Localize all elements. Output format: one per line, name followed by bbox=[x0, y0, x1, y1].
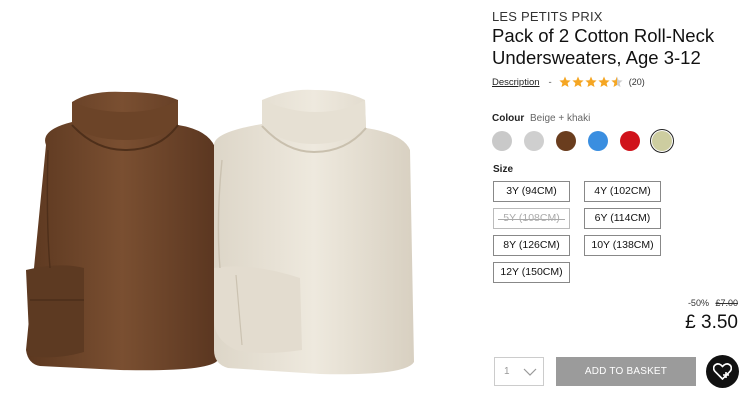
quantity-select[interactable]: 1 bbox=[494, 357, 544, 386]
add-to-basket-button[interactable]: ADD TO BASKET bbox=[556, 357, 696, 386]
colour-swatches bbox=[492, 129, 674, 153]
description-link[interactable]: Description bbox=[492, 77, 540, 88]
colour-swatch-beige-khaki[interactable] bbox=[650, 129, 674, 153]
colour-label-text: Colour bbox=[492, 113, 525, 124]
size-option-5y-unavailable: 5Y (108CM) bbox=[493, 208, 570, 229]
wishlist-button[interactable] bbox=[706, 355, 739, 388]
selected-colour: Beige + khaki bbox=[530, 113, 591, 124]
size-option-5y-label: 5Y (108CM) bbox=[503, 212, 560, 224]
star-icon bbox=[585, 76, 597, 87]
rating-row: Description - (20) bbox=[492, 76, 645, 88]
separator: - bbox=[548, 76, 552, 88]
size-option-6y[interactable]: 6Y (114CM) bbox=[584, 208, 661, 229]
old-price-row: -50% £7.00 bbox=[688, 298, 738, 308]
brand-name: LES PETITS PRIX bbox=[492, 9, 603, 24]
star-icon bbox=[572, 76, 584, 87]
star-icon bbox=[559, 76, 571, 87]
colour-label: Colour Beige + khaki bbox=[492, 113, 590, 124]
size-option-12y[interactable]: 12Y (150CM) bbox=[493, 262, 570, 283]
star-rating[interactable] bbox=[559, 76, 623, 88]
colour-swatch-brown[interactable] bbox=[556, 131, 576, 151]
unavailable-strike bbox=[498, 219, 565, 220]
colour-swatch-light-grey[interactable] bbox=[524, 131, 544, 151]
review-count[interactable]: (20) bbox=[629, 77, 645, 87]
size-label: Size bbox=[493, 164, 514, 175]
size-option-8y[interactable]: 8Y (126CM) bbox=[493, 235, 570, 256]
size-option-4y[interactable]: 4Y (102CM) bbox=[584, 181, 661, 202]
size-option-3y[interactable]: 3Y (94CM) bbox=[493, 181, 570, 202]
quantity-value: 1 bbox=[504, 366, 510, 377]
chevron-down-icon bbox=[523, 368, 537, 376]
star-icon bbox=[598, 76, 610, 87]
current-price: £ 3.50 bbox=[685, 312, 738, 333]
colour-swatch-red[interactable] bbox=[620, 131, 640, 151]
size-option-10y[interactable]: 10Y (138CM) bbox=[584, 235, 661, 256]
half-star-icon bbox=[611, 76, 623, 87]
heart-plus-icon bbox=[713, 363, 732, 380]
product-info-panel: LES PETITS PRIX Pack of 2 Cotton Roll-Ne… bbox=[492, 0, 754, 402]
colour-swatch-blue[interactable] bbox=[588, 131, 608, 151]
colour-swatch-grey[interactable] bbox=[492, 131, 512, 151]
product-image bbox=[26, 89, 414, 375]
product-title: Pack of 2 Cotton Roll-Neck Undersweaters… bbox=[492, 25, 715, 68]
discount-badge: -50% bbox=[687, 298, 709, 308]
original-price: £7.00 bbox=[715, 298, 738, 308]
